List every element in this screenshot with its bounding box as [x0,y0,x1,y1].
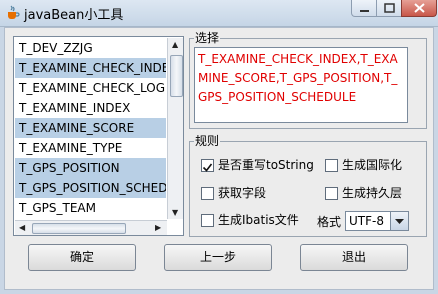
generate-persistence-label: 生成持久层 [342,186,403,200]
chevron-down-icon [395,219,404,224]
selection-group-title: 选择 [194,31,221,45]
maximize-icon [384,3,395,13]
format-dropdown-button[interactable] [390,212,408,230]
list-item[interactable]: T_GPS_POSITION_SCHEDULE [15,178,166,198]
checkmark-icon [202,163,213,172]
generate-ibatis-label: 生成Ibatis文件 [218,213,299,227]
list-item[interactable]: T_GPS_TEAM [15,198,166,218]
close-button[interactable] [401,0,437,17]
list-item[interactable]: T_GPS_POSITION [15,158,166,178]
scroll-left-icon[interactable]: ◀ [19,223,25,232]
format-select-value: UTF-8 [349,214,384,228]
vertical-scroll-thumb[interactable] [170,55,183,97]
title-bar: javaBean小工具 [0,0,438,27]
list-item[interactable]: T_DEV_ZZJG [15,38,166,58]
list-item[interactable]: T_EXAMINE_CHECK_LOG [15,78,166,98]
table-list[interactable]: T_DEV_ZZJG T_EXAMINE_CHECK_INDEX T_EXAMINE… [13,36,184,236]
list-item[interactable]: T_EXAMINE_TYPE [15,138,166,158]
list-item[interactable]: T_EXAMINE_CHECK_INDEX [15,58,166,78]
main-panel: T_DEV_ZZJG T_EXAMINE_CHECK_INDEX T_EXAMINE… [4,27,434,290]
window-title: javaBean小工具 [24,8,124,23]
close-icon [414,3,425,13]
java-cup-icon [8,5,20,19]
horizontal-scrollbar[interactable]: ◀ ▶ [15,220,167,235]
override-tostring-label: 是否重写toString [218,158,314,172]
minimize-icon [360,10,369,12]
horizontal-scroll-thumb[interactable] [32,223,126,234]
maximize-button[interactable] [376,0,402,17]
get-fields-label: 获取字段 [218,186,267,200]
exit-button[interactable]: 退出 [300,244,408,271]
format-label: 格式 [317,215,342,229]
list-item[interactable]: T_EXAMINE_INDEX [15,98,166,118]
scroll-down-icon[interactable]: ▼ [172,208,178,217]
scroll-up-icon[interactable]: ▲ [172,40,178,49]
list-item[interactable]: T_EXAMINE_SCORE [15,118,166,138]
vertical-scrollbar[interactable]: ▲ ▼ [167,38,183,219]
previous-button[interactable]: 上一步 [164,244,272,271]
scroll-right-icon[interactable]: ▶ [155,223,161,232]
format-select[interactable]: UTF-8 [345,211,409,231]
selected-tables-text[interactable]: T_EXAMINE_CHECK_INDEX,T_EXAMINE_SCORE,T_… [194,47,408,123]
rules-group: 规则 是否重写toString 生成国际化 获取字段 生成持久层 生成Ibati… [189,134,427,237]
selection-group: 选择 T_EXAMINE_CHECK_INDEX,T_EXAMINE_SCORE… [189,31,427,129]
confirm-button[interactable]: 确定 [28,244,136,271]
generate-i18n-label: 生成国际化 [342,158,403,172]
minimize-button[interactable] [351,0,377,17]
rules-group-title: 规则 [194,134,221,148]
